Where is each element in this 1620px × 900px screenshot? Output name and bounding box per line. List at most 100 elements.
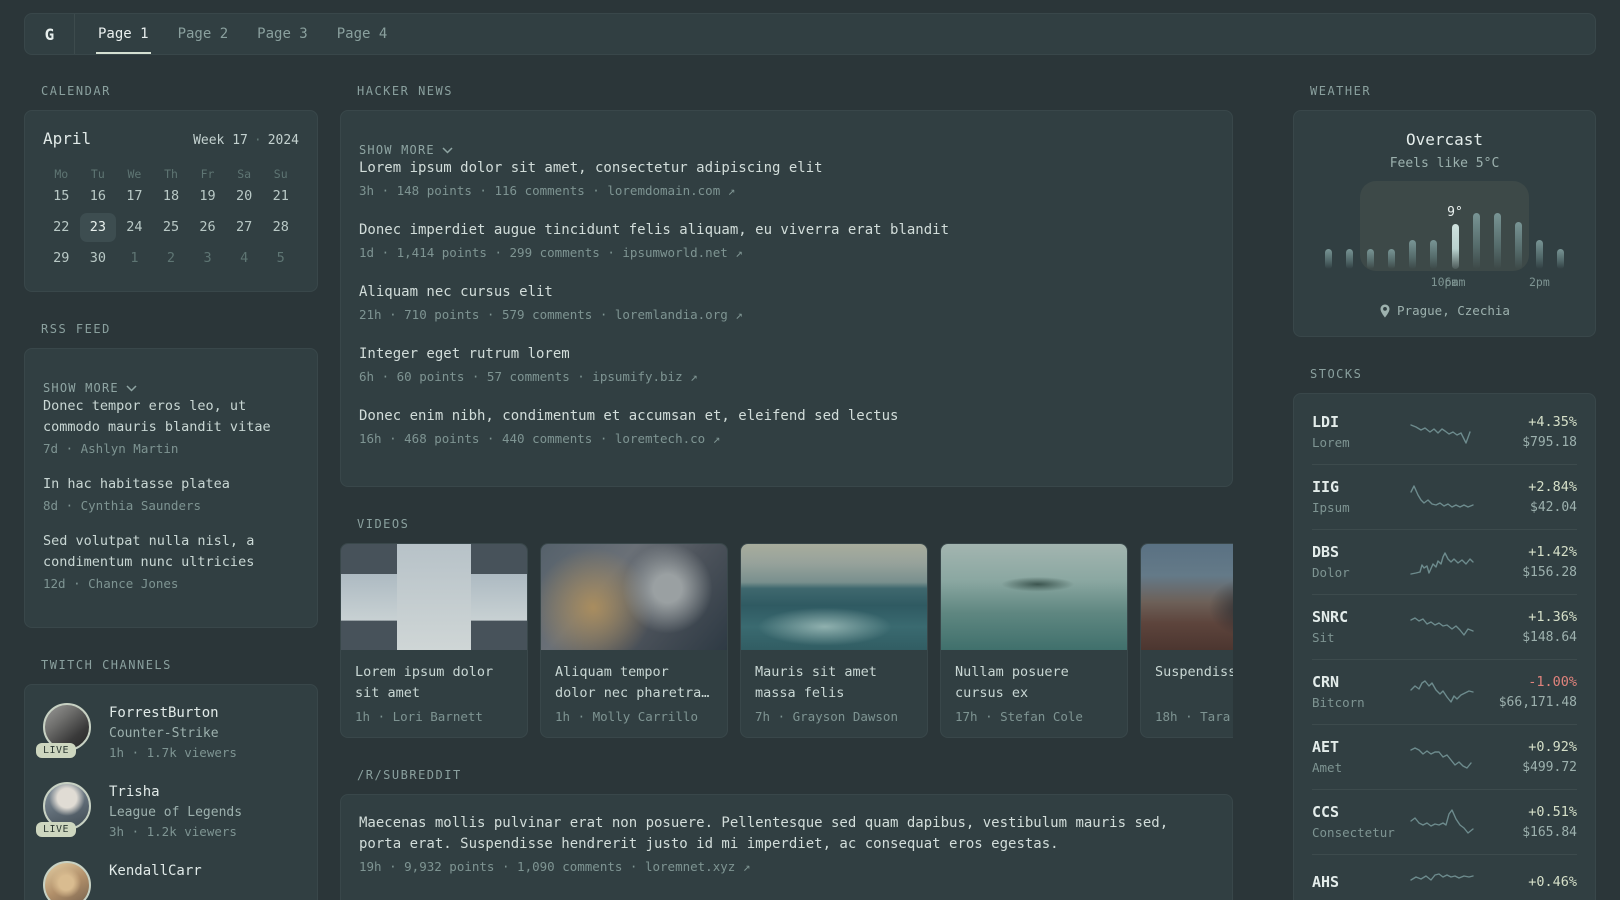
video-meta: 1h · Molly Carrillo bbox=[555, 709, 698, 724]
rss-item-title[interactable]: In hac habitasse platea bbox=[43, 474, 299, 495]
stock-row[interactable]: LDI Lorem +4.35% $795.18 bbox=[1312, 400, 1577, 464]
rss-item-meta: 12d · Chance Jones bbox=[43, 576, 179, 591]
stock-values: +2.84% $42.04 bbox=[1485, 477, 1577, 517]
page-tab[interactable]: Page 4 bbox=[335, 14, 390, 54]
external-link-icon[interactable]: ↗ bbox=[735, 307, 743, 322]
stock-ticker[interactable]: AHS bbox=[1312, 872, 1404, 893]
stock-row[interactable]: SNRC Sit +1.36% $148.64 bbox=[1312, 594, 1577, 659]
video-title[interactable]: Lorem ipsum dolor sit amet consectetu… bbox=[355, 662, 513, 704]
rss-item-title[interactable]: Sed volutpat nulla nisl, a condimentum n… bbox=[43, 531, 299, 573]
page-tab[interactable]: Page 1 bbox=[96, 14, 151, 54]
hacker-news-section-label: HACKER NEWS bbox=[357, 84, 453, 98]
external-link-icon[interactable]: ↗ bbox=[743, 859, 751, 874]
calendar-day: 20 bbox=[236, 188, 253, 204]
calendar-day: 1 bbox=[130, 250, 139, 266]
calendar-day: 29 bbox=[53, 250, 70, 266]
stock-price: $165.84 bbox=[1522, 825, 1577, 840]
calendar-day: 16 bbox=[89, 188, 106, 204]
twitch-channel-row[interactable]: LIVE ForrestBurton Counter-Strike 1h · 1… bbox=[36, 703, 299, 762]
weather-bar bbox=[1346, 248, 1354, 269]
app-logo[interactable]: G bbox=[25, 14, 74, 54]
stock-price: $795.18 bbox=[1522, 435, 1577, 450]
external-link-icon[interactable]: ↗ bbox=[713, 431, 721, 446]
hacker-news-title[interactable]: Lorem ipsum dolor sit amet, consectetur … bbox=[359, 158, 1214, 179]
video-card[interactable]: Aliquam tempor dolor nec pharetra… 1h · … bbox=[540, 543, 728, 738]
video-thumbnail[interactable] bbox=[341, 544, 527, 650]
subreddit-post-title[interactable]: Maecenas mollis pulvinar erat non posuer… bbox=[359, 813, 1214, 855]
twitch-channel-name[interactable]: Trisha bbox=[109, 782, 242, 803]
stock-ticker[interactable]: IIG bbox=[1312, 477, 1404, 498]
weather-bar bbox=[1493, 213, 1501, 269]
calendar-day: 15 bbox=[53, 188, 70, 204]
stock-ticker[interactable]: AET bbox=[1312, 737, 1404, 758]
stock-row[interactable]: CRN Bitcorn -1.00% $66,171.48 bbox=[1312, 659, 1577, 724]
hacker-news-item: Aliquam nec cursus elit 21h · 710 points… bbox=[359, 282, 1214, 324]
video-thumbnail[interactable] bbox=[941, 544, 1127, 650]
video-title[interactable]: Mauris sit amet massa felis bbox=[755, 662, 913, 704]
stock-ticker[interactable]: LDI bbox=[1312, 412, 1404, 433]
rss-widget: SHOW MORE Donec tempor eros leo, ut comm… bbox=[24, 348, 318, 628]
stock-change: +0.51% bbox=[1528, 804, 1577, 820]
dashboard-screen: G Page 1 Page 2 Page 3 Page 4 CALENDAR A… bbox=[0, 0, 1620, 900]
twitch-channel-name[interactable]: KendallCarr bbox=[109, 861, 202, 882]
external-link-icon[interactable]: ↗ bbox=[735, 245, 743, 260]
video-card[interactable]: Mauris sit amet massa felis 7h · Grayson… bbox=[740, 543, 928, 738]
stock-row[interactable]: AHS +0.46% bbox=[1312, 854, 1577, 900]
hacker-news-show-more-button[interactable]: SHOW MORE bbox=[359, 143, 453, 157]
calendar-section-label: CALENDAR bbox=[41, 84, 111, 98]
stock-ticker[interactable]: CRN bbox=[1312, 672, 1404, 693]
video-thumbnail[interactable] bbox=[1141, 544, 1233, 650]
stock-ticker[interactable]: DBS bbox=[1312, 542, 1404, 563]
calendar-day: 4 bbox=[240, 250, 249, 266]
video-title[interactable]: Suspendisse diam bbox=[1155, 662, 1233, 704]
calendar-day: 23 bbox=[79, 213, 117, 242]
videos-row[interactable]: Lorem ipsum dolor sit amet consectetu… 1… bbox=[340, 543, 1233, 738]
stock-row[interactable]: IIG Ipsum +2.84% $42.04 bbox=[1312, 464, 1577, 529]
stock-ticker[interactable]: CCS bbox=[1312, 802, 1404, 823]
weather-bar-slot bbox=[1360, 187, 1381, 269]
weather-bar bbox=[1388, 248, 1396, 269]
weather-bar bbox=[1556, 249, 1564, 269]
weekday-label: Tu bbox=[90, 167, 105, 181]
twitch-channel-row[interactable]: LIVE KendallCarr bbox=[43, 861, 299, 900]
external-link-icon[interactable]: ↗ bbox=[690, 369, 698, 384]
subreddit-widget: Maecenas mollis pulvinar erat non posuer… bbox=[340, 794, 1233, 900]
stock-row[interactable]: DBS Dolor +1.42% $156.28 bbox=[1312, 529, 1577, 594]
rss-item-title[interactable]: Donec tempor eros leo, ut commodo mauris… bbox=[43, 396, 299, 438]
video-title[interactable]: Nullam posuere cursus ex bbox=[955, 662, 1113, 704]
hacker-news-title[interactable]: Integer eget rutrum lorem bbox=[359, 344, 1214, 365]
stock-price: $499.72 bbox=[1522, 760, 1577, 775]
twitch-channel-info: Trisha League of Legends 3h · 1.2k viewe… bbox=[109, 782, 242, 841]
video-thumbnail[interactable] bbox=[741, 544, 927, 650]
page-tab[interactable]: Page 3 bbox=[255, 14, 310, 54]
hacker-news-meta: 21h · 710 points · 579 comments · loreml… bbox=[359, 307, 743, 322]
external-link-icon[interactable]: ↗ bbox=[728, 183, 736, 198]
page-tab[interactable]: Page 2 bbox=[176, 14, 231, 54]
hacker-news-title[interactable]: Donec enim nibh, condimentum et accumsan… bbox=[359, 406, 1214, 427]
hacker-news-meta: 16h · 468 points · 440 comments · loremt… bbox=[359, 431, 721, 446]
calendar-day: 18 bbox=[162, 188, 180, 204]
weather-location: Prague, Czechia bbox=[1312, 303, 1577, 318]
stocks-section: STOCKS LDI Lorem +4.35% $795.18 IIG Ipsu… bbox=[1293, 367, 1596, 900]
stock-name: Consectetur bbox=[1312, 825, 1395, 840]
rss-show-more-button[interactable]: SHOW MORE bbox=[43, 381, 137, 395]
stock-row[interactable]: AET Amet +0.92% $499.72 bbox=[1312, 724, 1577, 789]
hacker-news-section: HACKER NEWS SHOW MORE Lorem ipsum dolor … bbox=[340, 84, 1233, 487]
weather-widget: Overcast Feels like 5°C 9° 6am 2pm 10pm … bbox=[1293, 110, 1596, 337]
weather-bar-slot bbox=[1381, 187, 1402, 269]
stock-ticker[interactable]: SNRC bbox=[1312, 607, 1404, 628]
twitch-channel-row[interactable]: LIVE Trisha League of Legends 3h · 1.2k … bbox=[36, 782, 299, 841]
video-title[interactable]: Aliquam tempor dolor nec pharetra… bbox=[555, 662, 713, 704]
twitch-channel-name[interactable]: ForrestBurton bbox=[109, 703, 237, 724]
stock-row[interactable]: CCS Consectetur +0.51% $165.84 bbox=[1312, 789, 1577, 854]
video-thumbnail[interactable] bbox=[541, 544, 727, 650]
calendar-month: April bbox=[43, 129, 92, 148]
weather-bar-slot bbox=[1466, 187, 1487, 269]
hacker-news-title[interactable]: Aliquam nec cursus elit bbox=[359, 282, 1214, 303]
chevron-down-icon bbox=[442, 146, 453, 154]
video-card[interactable]: Lorem ipsum dolor sit amet consectetu… 1… bbox=[340, 543, 528, 738]
video-card[interactable]: Suspendisse diam 18h · Tara bbox=[1140, 543, 1233, 738]
video-card[interactable]: Nullam posuere cursus ex 17h · Stefan Co… bbox=[940, 543, 1128, 738]
video-card-body: Suspendisse diam 18h · Tara bbox=[1141, 650, 1233, 737]
hacker-news-title[interactable]: Donec imperdiet augue tincidunt felis al… bbox=[359, 220, 1214, 241]
